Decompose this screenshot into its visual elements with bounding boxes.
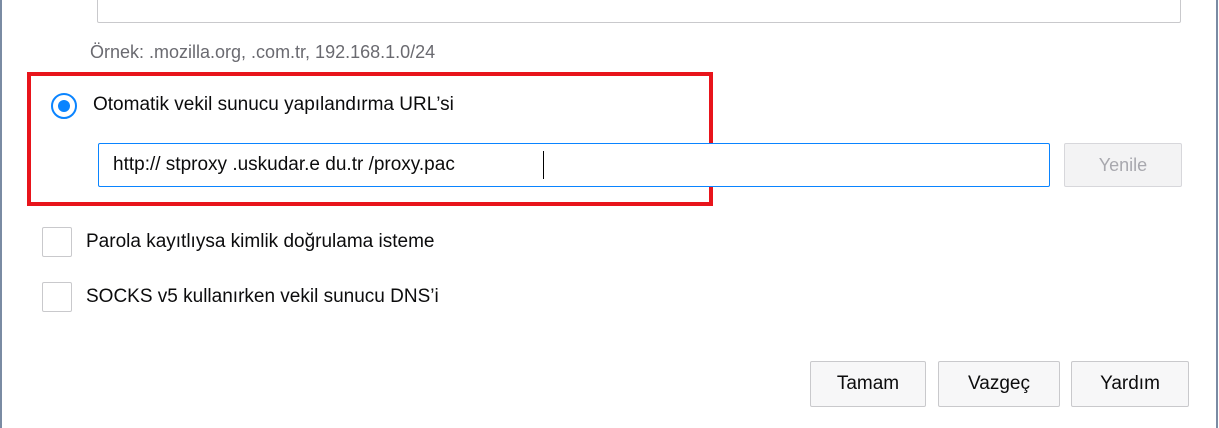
socks-dns-checkbox[interactable] bbox=[42, 282, 72, 312]
no-proxy-for-input[interactable] bbox=[97, 0, 1181, 23]
auto-proxy-radio-label[interactable]: Otomatik vekil sunucu yapılandırma URL’s… bbox=[93, 94, 454, 116]
auto-proxy-url-input[interactable] bbox=[98, 143, 1050, 187]
no-auth-prompt-checkbox[interactable] bbox=[42, 227, 72, 257]
reload-button[interactable]: Yenile bbox=[1064, 143, 1182, 187]
help-button[interactable]: Yardım bbox=[1071, 361, 1189, 407]
auto-proxy-radio[interactable] bbox=[51, 93, 77, 119]
window-frame-right bbox=[1216, 0, 1218, 428]
window-frame-left bbox=[0, 0, 2, 428]
text-caret bbox=[543, 151, 544, 179]
cancel-button[interactable]: Vazgeç bbox=[938, 361, 1060, 407]
ok-button[interactable]: Tamam bbox=[810, 361, 926, 407]
no-auth-prompt-label[interactable]: Parola kayıtlıysa kimlik doğrulama istem… bbox=[86, 231, 434, 253]
socks-dns-label[interactable]: SOCKS v5 kullanırken vekil sunucu DNS’i bbox=[86, 286, 439, 308]
no-proxy-example-text: Örnek: .mozilla.org, .com.tr, 192.168.1.… bbox=[90, 42, 436, 62]
